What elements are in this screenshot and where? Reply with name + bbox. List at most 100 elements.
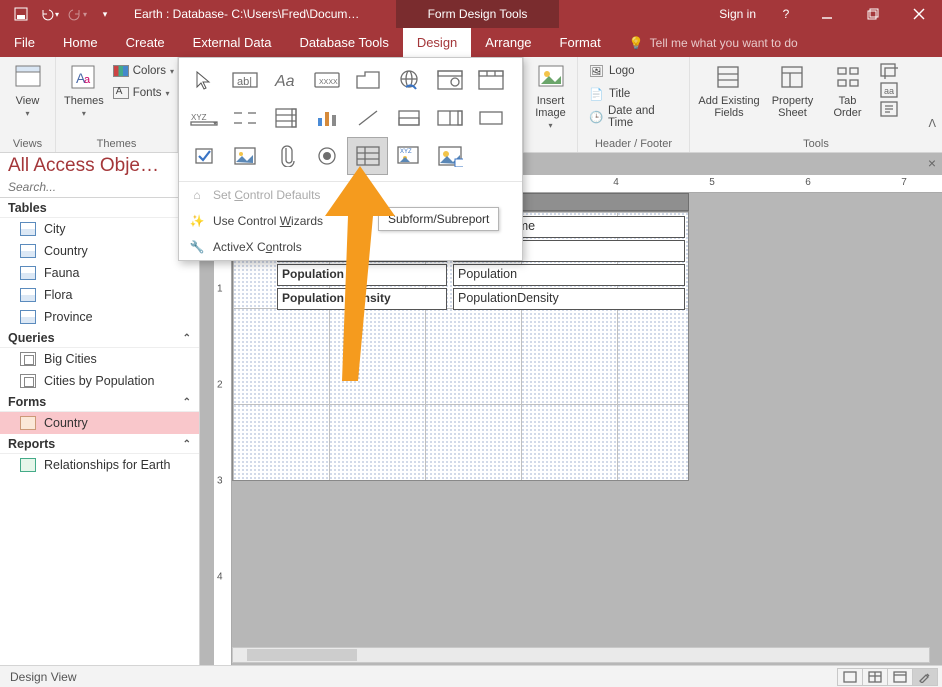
nav-item[interactable]: Big Cities: [0, 348, 199, 370]
image-control-icon[interactable]: [429, 137, 470, 175]
rectangle-control-icon[interactable]: [470, 99, 511, 137]
option-button-control-icon[interactable]: [306, 137, 347, 175]
tab-design[interactable]: Design: [403, 28, 471, 57]
select-control-icon[interactable]: [183, 61, 224, 99]
fonts-button[interactable]: AFonts▾: [110, 83, 177, 103]
tab-database-tools[interactable]: Database Tools: [285, 28, 402, 57]
bound-object-icon[interactable]: XYZ: [388, 137, 429, 175]
view-button[interactable]: View▾: [8, 61, 47, 118]
nav-pane-title[interactable]: All Access Obje…: [8, 155, 159, 177]
datetime-button[interactable]: 🕒Date and Time: [586, 107, 681, 127]
themes-icon: Aa: [68, 61, 100, 93]
nav-item-label: Country: [44, 416, 88, 430]
convert-macros-icon[interactable]: [880, 101, 898, 117]
nav-item[interactable]: Country: [0, 240, 199, 262]
tab-external-data[interactable]: External Data: [179, 28, 286, 57]
close-form-icon[interactable]: ×: [928, 155, 936, 171]
field-label[interactable]: Population: [277, 264, 447, 286]
combobox-control-icon[interactable]: XYZ: [183, 99, 224, 137]
group-reports-header[interactable]: Reports⌃: [0, 434, 199, 454]
nav-item[interactable]: City: [0, 218, 199, 240]
nav-item[interactable]: Country: [0, 412, 199, 434]
insert-image-button[interactable]: InsertImage▾: [532, 61, 569, 130]
hyperlink-control-icon[interactable]: [388, 61, 429, 99]
tab-arrange[interactable]: Arrange: [471, 28, 545, 57]
restore-button[interactable]: [850, 0, 896, 28]
svg-text:aa: aa: [884, 86, 894, 96]
group-queries-header[interactable]: Queries⌃: [0, 328, 199, 348]
checkbox-control-icon[interactable]: [183, 137, 224, 175]
themes-button[interactable]: Aa Themes▾: [64, 61, 104, 118]
property-sheet-button[interactable]: PropertySheet: [770, 61, 815, 119]
add-fields-icon: [713, 61, 745, 93]
design-view-button[interactable]: [912, 668, 938, 686]
label-control-icon[interactable]: Aa: [265, 61, 306, 99]
qat-customize-icon[interactable]: ▾: [94, 3, 116, 25]
set-control-defaults: ⌂Set Control Defaults: [179, 182, 522, 208]
help-icon[interactable]: ?: [768, 0, 804, 28]
unbound-object-icon[interactable]: [224, 137, 265, 175]
add-existing-fields-button[interactable]: Add ExistingFields: [698, 61, 760, 119]
title-button[interactable]: 📄Title: [586, 84, 681, 104]
chart-control-icon[interactable]: [306, 99, 347, 137]
tab-format[interactable]: Format: [546, 28, 615, 57]
webbrowser-control-icon[interactable]: [429, 61, 470, 99]
layout-view-button[interactable]: [887, 668, 913, 686]
nav-item[interactable]: Cities by Population: [0, 370, 199, 392]
insert-page-break-icon[interactable]: [224, 99, 265, 137]
toggle-button-control-icon[interactable]: [388, 99, 429, 137]
minimize-button[interactable]: [804, 0, 850, 28]
tab-home[interactable]: Home: [49, 28, 112, 57]
title-icon: 📄: [589, 87, 605, 101]
group-forms-header[interactable]: Forms ⌃: [0, 392, 199, 412]
nav-item[interactable]: Fauna: [0, 262, 199, 284]
collapse-ribbon-icon[interactable]: ᐱ: [928, 117, 936, 130]
wizard-icon: ✨: [189, 213, 205, 229]
bound-textbox[interactable]: Population: [453, 264, 685, 286]
rectangle-listbox-icon[interactable]: [429, 99, 470, 137]
view-icon: [12, 61, 44, 93]
activex-controls[interactable]: 🔧ActiveX Controls: [179, 234, 522, 260]
form-view-button[interactable]: [837, 668, 863, 686]
fonts-label: Fonts: [133, 87, 162, 99]
close-button[interactable]: [896, 0, 942, 28]
sign-in-link[interactable]: Sign in: [707, 7, 768, 21]
button-control-icon[interactable]: XXXX: [306, 61, 347, 99]
subform-new-window-icon[interactable]: [880, 63, 898, 79]
colors-button[interactable]: Colors▾: [110, 61, 177, 81]
tell-me-search[interactable]: 💡Tell me what you want to do: [615, 28, 812, 57]
svg-text:ab|: ab|: [237, 76, 252, 88]
status-bar: Design View: [0, 665, 942, 687]
bound-textbox[interactable]: PopulationDensity: [453, 288, 685, 310]
attachment-control-icon[interactable]: [265, 137, 306, 175]
nav-search-input[interactable]: [0, 177, 199, 198]
property-sheet-icon: [777, 61, 809, 93]
tab-file[interactable]: File: [0, 28, 49, 57]
undo-icon[interactable]: ▾: [38, 3, 60, 25]
navigation-control-icon[interactable]: [470, 61, 511, 99]
tab-control-icon[interactable]: [347, 61, 388, 99]
tab-order-button[interactable]: TabOrder: [825, 61, 870, 119]
logo-button[interactable]: 🖼Logo: [586, 61, 681, 81]
field-label[interactable]: Population Density: [277, 288, 447, 310]
object-icon: [20, 416, 36, 430]
nav-item[interactable]: Relationships for Earth: [0, 454, 199, 476]
clock-icon: 🕒: [589, 110, 604, 124]
group-tables-header[interactable]: Tables⌃: [0, 198, 199, 218]
nav-item[interactable]: Flora: [0, 284, 199, 306]
datasheet-view-button[interactable]: [862, 668, 888, 686]
view-code-icon[interactable]: aa: [880, 82, 898, 98]
group-forms-label: Forms: [8, 395, 46, 409]
textbox-control-icon[interactable]: ab|: [224, 61, 265, 99]
collapse-icon: ⌃: [183, 397, 191, 408]
tab-create[interactable]: Create: [112, 28, 179, 57]
save-icon[interactable]: [10, 3, 32, 25]
line-control-icon[interactable]: [347, 99, 388, 137]
group-tools-label: Tools: [698, 138, 934, 150]
subform-control-icon[interactable]: [347, 137, 388, 175]
scrollbar-thumb[interactable]: [247, 649, 357, 661]
svg-text:Aa: Aa: [274, 73, 295, 90]
nav-item[interactable]: Province: [0, 306, 199, 328]
listbox-control-icon[interactable]: [265, 99, 306, 137]
horizontal-scrollbar[interactable]: [232, 647, 930, 663]
